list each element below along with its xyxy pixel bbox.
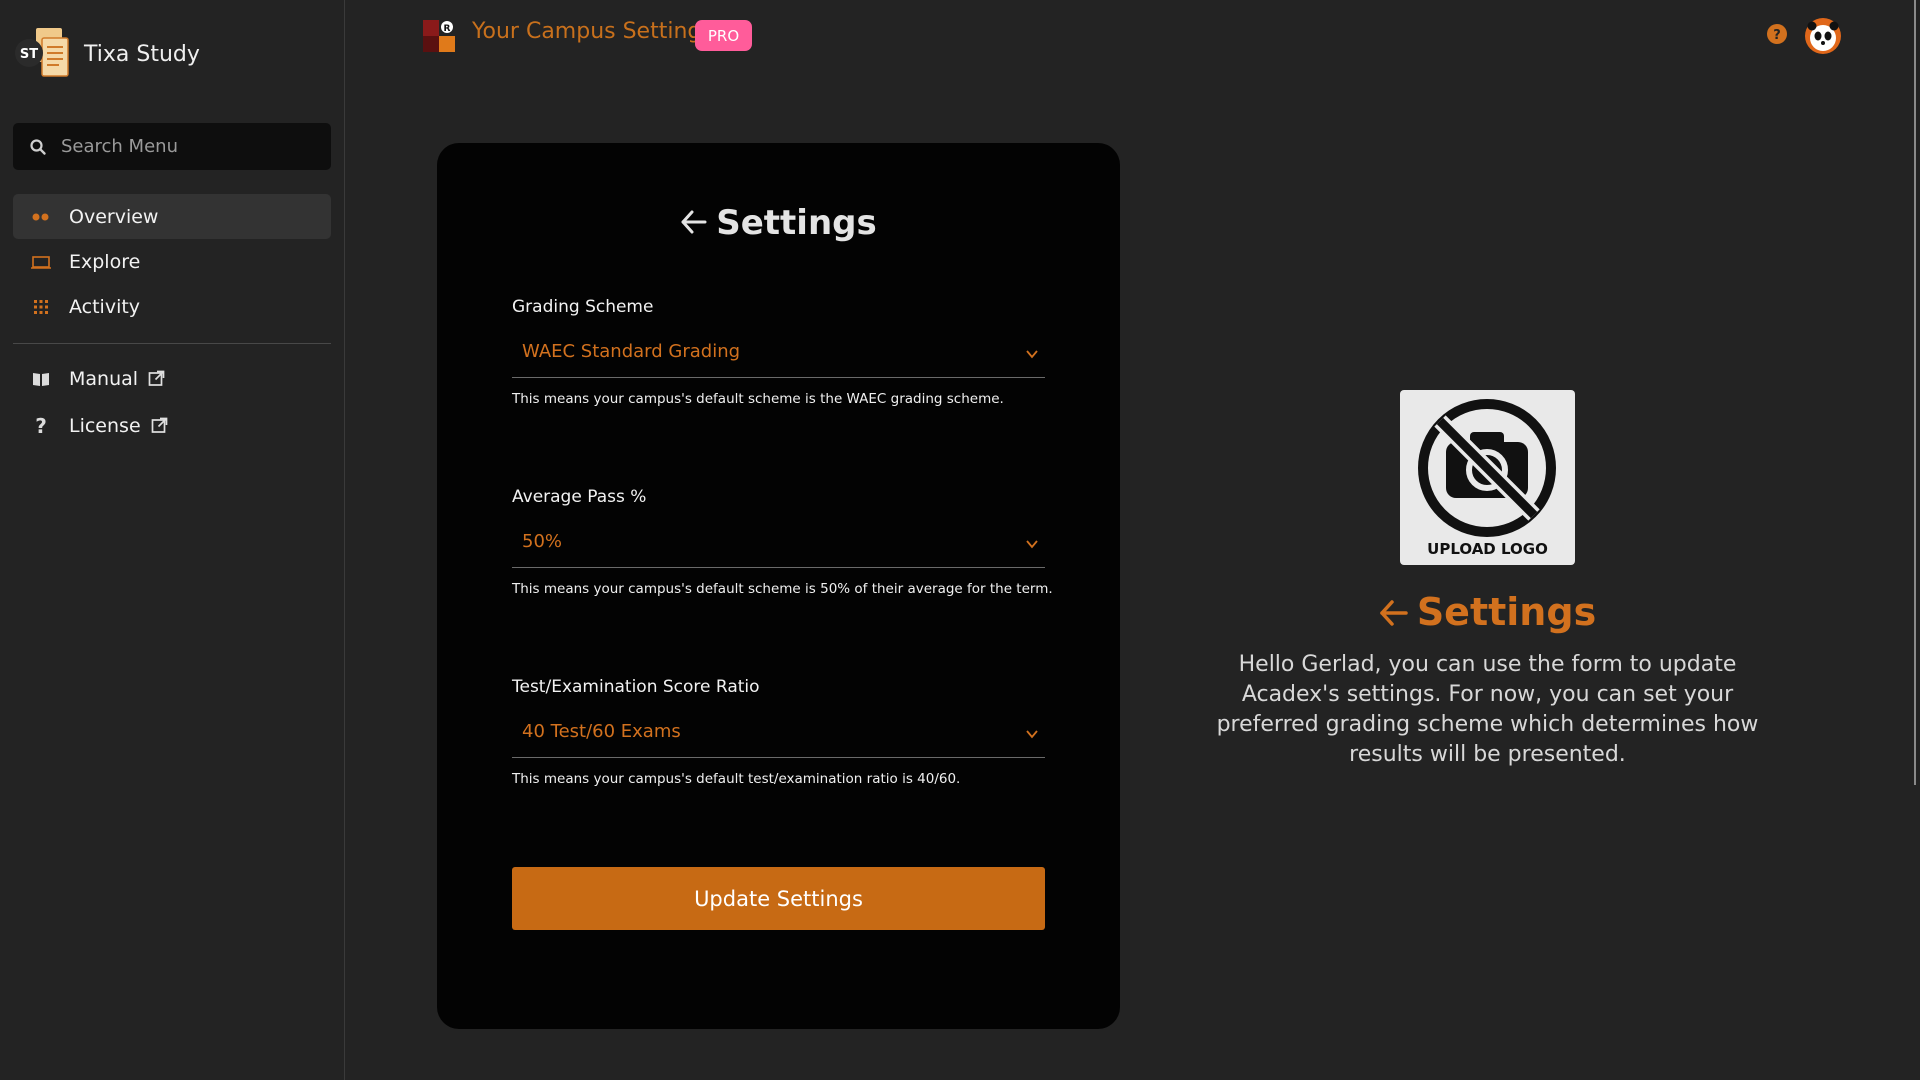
sidebar-item-overview[interactable]: Overview [13, 194, 331, 239]
update-settings-button[interactable]: Update Settings [512, 867, 1045, 930]
campus-logo-icon: R [423, 20, 455, 52]
upload-logo-label: UPLOAD LOGO [1427, 540, 1548, 558]
no-camera-icon [1418, 399, 1556, 537]
sidebar-item-activity[interactable]: Activity [13, 284, 331, 329]
monitor-icon [31, 252, 51, 272]
search-icon [30, 138, 46, 155]
select-value: 50% [522, 531, 563, 552]
pro-badge: PRO [695, 20, 752, 51]
question-icon: ? [35, 413, 47, 438]
dots-icon [31, 207, 51, 227]
help-icon[interactable]: ? [1766, 23, 1788, 45]
sidebar-link-manual[interactable]: Manual [13, 356, 331, 401]
grading-scheme-help: This means your campus's default scheme … [512, 391, 1004, 407]
sidebar-item-explore[interactable]: Explore [13, 239, 331, 284]
search-menu-input[interactable]: Search Menu [13, 123, 331, 170]
external-link-icon [148, 370, 165, 386]
grading-scheme-select[interactable]: WAEC Standard Grading [512, 331, 1045, 378]
select-value: 40 Test/60 Exams [522, 721, 681, 742]
average-pass-select[interactable]: 50% [512, 521, 1045, 568]
sidebar-item-label: License [69, 414, 141, 437]
average-pass-help: This means your campus's default scheme … [512, 581, 1053, 597]
sidebar: ST Tixa Study Search Menu Overview Explo… [0, 0, 345, 1080]
brand-logo-icon: ST [14, 24, 74, 84]
sidebar-item-label: Overview [69, 205, 159, 228]
sidebar-item-label: Explore [69, 250, 141, 273]
scrollbar[interactable] [1914, 0, 1916, 785]
avatar[interactable] [1804, 17, 1842, 55]
chevron-down-icon [1026, 730, 1038, 739]
book-icon [31, 369, 51, 389]
sidebar-link-license[interactable]: ? License [13, 403, 331, 448]
svg-text:ST: ST [20, 47, 38, 62]
upload-logo-button[interactable]: UPLOAD LOGO [1400, 390, 1575, 565]
page-title: Your Campus Settings [472, 19, 713, 44]
chevron-down-icon [1026, 350, 1038, 359]
settings-form-card: Settings Grading Scheme WAEC Standard Gr… [437, 143, 1120, 1029]
score-ratio-select[interactable]: 40 Test/60 Exams [512, 711, 1045, 758]
form-title: Settings [437, 203, 1120, 243]
chevron-down-icon [1026, 540, 1038, 549]
back-arrow-icon[interactable] [680, 208, 708, 236]
external-link-icon [151, 417, 167, 433]
grading-scheme-label: Grading Scheme [512, 297, 654, 317]
select-value: WAEC Standard Grading [522, 341, 741, 362]
sidebar-item-label: Activity [69, 295, 141, 318]
score-ratio-help: This means your campus's default test/ex… [512, 771, 961, 787]
info-description: Hello Gerlad, you can use the form to up… [1216, 652, 1759, 767]
svg-text:R: R [444, 24, 451, 34]
sidebar-item-label: Manual [69, 367, 139, 390]
svg-text:?: ? [1773, 28, 1781, 43]
back-arrow-icon[interactable] [1379, 598, 1409, 628]
info-title: Settings [1300, 590, 1675, 634]
brand-name: Tixa Study [84, 41, 200, 67]
info-title-text: Settings [1416, 590, 1597, 634]
average-pass-label: Average Pass % [512, 487, 647, 507]
score-ratio-label: Test/Examination Score Ratio [512, 677, 760, 697]
brand[interactable]: ST Tixa Study [14, 24, 200, 84]
search-placeholder: Search Menu [61, 136, 178, 157]
sidebar-divider [13, 343, 331, 344]
form-title-text: Settings [716, 203, 877, 243]
grid-icon [31, 297, 51, 317]
